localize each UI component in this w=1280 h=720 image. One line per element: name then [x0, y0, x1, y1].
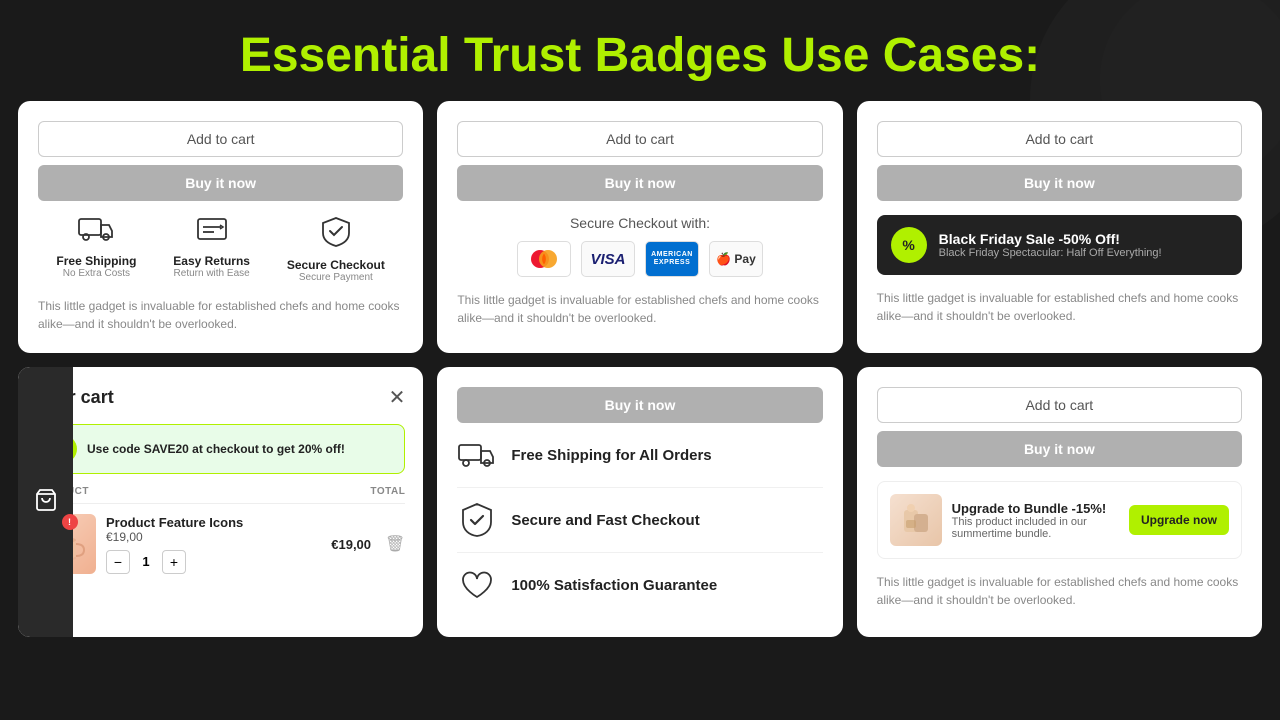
card-bundle: Add to cart Buy it now Upgrade to Bundle… — [857, 367, 1262, 637]
qty-control: − 1 + — [106, 550, 321, 574]
feature-label-shipping: Free Shipping for All Orders — [511, 447, 711, 464]
badge-easy-returns-sub: Return with Ease — [174, 268, 250, 279]
qty-decrease-btn[interactable]: − — [106, 550, 130, 574]
cart-item-name: Product Feature Icons — [106, 515, 321, 530]
secure-checkout-label: Secure Checkout with: — [457, 215, 822, 231]
badge-free-shipping: Free Shipping No Extra Costs — [56, 215, 136, 283]
cart-delete-btn[interactable]: 🗑 — [385, 534, 405, 554]
bundle-banner: Upgrade to Bundle -15%! This product inc… — [877, 481, 1242, 559]
card-black-friday: Add to cart Buy it now % Black Friday Sa… — [857, 101, 1262, 353]
promo-banner: % Use code SAVE20 at checkout to get 20%… — [36, 424, 405, 474]
page-title: Essential Trust Badges Use Cases: — [0, 28, 1280, 83]
buy-now-btn-2[interactable]: Buy it now — [457, 165, 822, 201]
cart-item-details: Product Feature Icons €19,00 − 1 + — [106, 515, 321, 574]
qty-value: 1 — [136, 554, 156, 569]
upgrade-now-btn[interactable]: Upgrade now — [1129, 505, 1229, 535]
card-cart: ! Your cart ✕ % Use code SAVE20 at check… — [18, 367, 423, 637]
qty-increase-btn[interactable]: + — [162, 550, 186, 574]
title-white: Essential Trust Badges — [240, 29, 768, 82]
buy-now-btn-6[interactable]: Buy it now — [877, 431, 1242, 467]
truck-icon — [78, 215, 114, 250]
buy-now-btn-3[interactable]: Buy it now — [877, 165, 1242, 201]
cart-sidebar-overlay: ! — [18, 367, 73, 637]
bundle-title: Upgrade to Bundle -15%! — [952, 501, 1119, 516]
buy-now-btn-1[interactable]: Buy it now — [38, 165, 403, 201]
cart-table-header: PRODUCT TOTAL — [36, 486, 405, 504]
title-green: Use Cases: — [781, 29, 1040, 82]
bf-subtitle: Black Friday Spectacular: Half Off Every… — [939, 247, 1162, 259]
security-icon — [457, 500, 497, 540]
feature-item-shipping: Free Shipping for All Orders — [457, 423, 822, 488]
trust-badges-row: Free Shipping No Extra Costs Easy Return… — [38, 215, 403, 283]
amex-icon: AMERICAN EXPRESS — [645, 241, 699, 277]
shipping-icon — [457, 435, 497, 475]
bundle-image — [890, 494, 942, 546]
bf-percent-icon: % — [891, 227, 927, 263]
mastercard-icon — [517, 241, 571, 277]
cart-header: Your cart ✕ — [36, 385, 405, 410]
card-features: Buy it now Free Shipping for All Orders — [437, 367, 842, 637]
cart-item-price: €19,00 — [106, 530, 321, 544]
card3-description: This little gadget is invaluable for est… — [877, 289, 1242, 325]
feature-label-satisfaction: 100% Satisfaction Guarantee — [511, 577, 717, 594]
badge-easy-returns-title: Easy Returns — [173, 254, 250, 268]
bundle-text: Upgrade to Bundle -15%! This product inc… — [952, 501, 1119, 540]
card2-description: This little gadget is invaluable for est… — [457, 291, 822, 327]
heart-icon — [457, 565, 497, 605]
shield-icon — [318, 215, 354, 254]
badge-secure-checkout-title: Secure Checkout — [287, 258, 385, 272]
bundle-subtitle: This product included in our summertime … — [952, 516, 1119, 540]
bf-text: Black Friday Sale -50% Off! Black Friday… — [939, 231, 1162, 259]
cart-overlay-icon: ! — [34, 488, 58, 517]
cart-close-button[interactable]: ✕ — [389, 385, 406, 410]
cart-item: Product Feature Icons €19,00 − 1 + €19,0… — [36, 514, 405, 574]
buy-now-btn-5[interactable]: Buy it now — [457, 387, 822, 423]
add-to-cart-btn-6[interactable]: Add to cart — [877, 387, 1242, 423]
feature-item-satisfaction: 100% Satisfaction Guarantee — [457, 553, 822, 617]
badge-free-shipping-sub: No Extra Costs — [63, 268, 130, 279]
feature-label-security: Secure and Fast Checkout — [511, 512, 699, 529]
bf-title: Black Friday Sale -50% Off! — [939, 231, 1162, 247]
badge-secure-checkout-sub: Secure Payment — [299, 272, 373, 283]
add-to-cart-btn-1[interactable]: Add to cart — [38, 121, 403, 157]
page-header: Essential Trust Badges Use Cases: — [0, 0, 1280, 101]
card-trust-badges: Add to cart Buy it now Free Shipping No … — [18, 101, 423, 353]
bottom-grid: ! Your cart ✕ % Use code SAVE20 at check… — [0, 367, 1280, 637]
badge-free-shipping-title: Free Shipping — [56, 254, 136, 268]
top-grid: Add to cart Buy it now Free Shipping No … — [0, 101, 1280, 353]
card1-description: This little gadget is invaluable for est… — [38, 297, 403, 333]
black-friday-banner: % Black Friday Sale -50% Off! Black Frid… — [877, 215, 1242, 275]
card6-description: This little gadget is invaluable for est… — [877, 573, 1242, 609]
badge-secure-checkout: Secure Checkout Secure Payment — [287, 215, 385, 283]
badge-easy-returns: Easy Returns Return with Ease — [173, 215, 250, 283]
payment-icons: VISA AMERICAN EXPRESS 🍎 Pay — [457, 241, 822, 277]
feature-list: Free Shipping for All Orders Secure and … — [457, 423, 822, 617]
visa-icon: VISA — [581, 241, 635, 277]
add-to-cart-btn-3[interactable]: Add to cart — [877, 121, 1242, 157]
card-payment: Add to cart Buy it now Secure Checkout w… — [437, 101, 842, 353]
apple-pay-icon: 🍎 Pay — [709, 241, 763, 277]
cart-content: Your cart ✕ % Use code SAVE20 at checkou… — [18, 367, 423, 637]
col-total: TOTAL — [370, 486, 405, 497]
promo-text: Use code SAVE20 at checkout to get 20% o… — [87, 442, 345, 456]
add-to-cart-btn-2[interactable]: Add to cart — [457, 121, 822, 157]
returns-icon — [194, 215, 230, 250]
cart-item-total: €19,00 — [331, 537, 371, 552]
feature-item-security: Secure and Fast Checkout — [457, 488, 822, 553]
cart-badge: ! — [62, 514, 78, 530]
